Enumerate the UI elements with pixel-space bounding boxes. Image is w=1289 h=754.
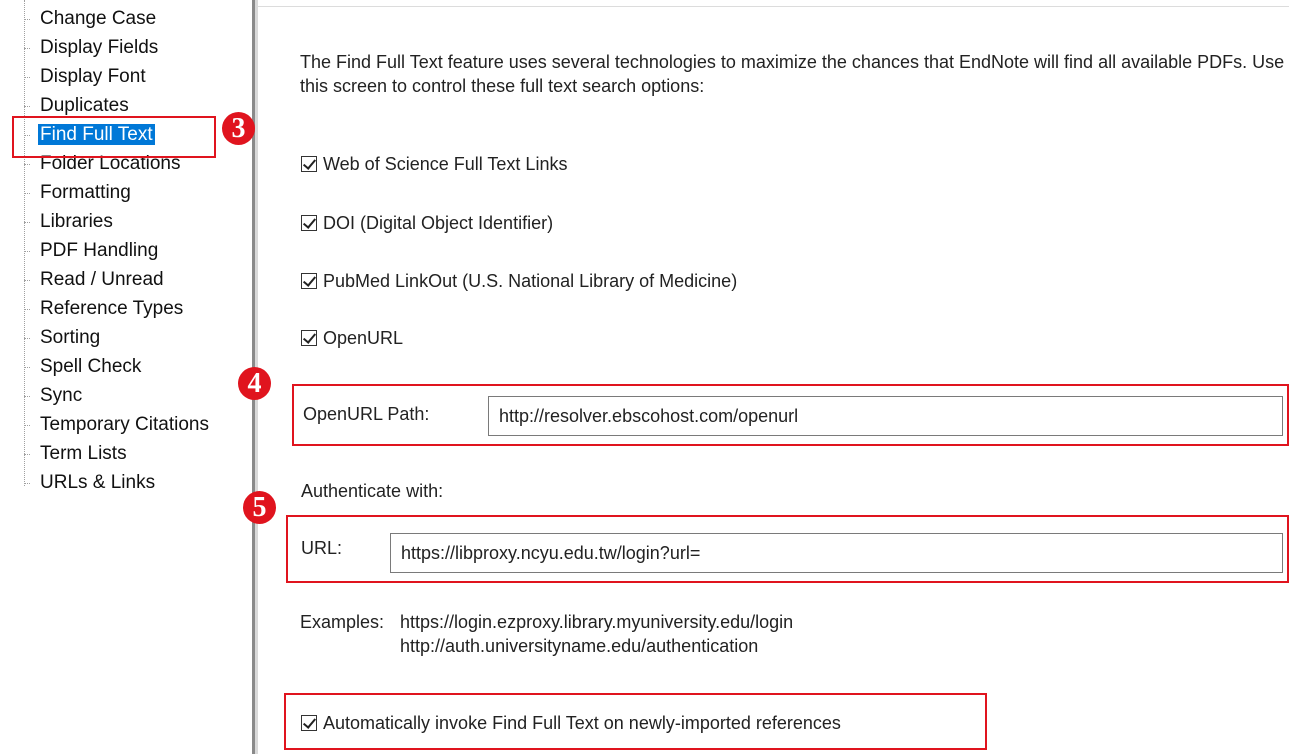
examples-block: Examples: https://login.ezproxy.library.… (300, 610, 793, 656)
tree-item-change-case[interactable]: Change Case (24, 5, 156, 33)
tree-item-label: Formatting (40, 182, 131, 203)
tree-item-label: Temporary Citations (40, 414, 209, 435)
tree-item-display-font[interactable]: Display Font (24, 63, 146, 91)
checkmark-icon (302, 215, 317, 229)
option-label: PubMed LinkOut (U.S. National Library of… (323, 270, 738, 291)
authenticate-with-label: Authenticate with: (301, 481, 444, 501)
tree-item-label: Sync (40, 385, 83, 406)
highlight-auto-invoke (284, 693, 987, 750)
tree-item-temporary-citations[interactable]: Temporary Citations (24, 411, 209, 439)
tree-item-pdf-handling[interactable]: PDF Handling (24, 237, 158, 265)
tree-item-spell-check[interactable]: Spell Check (24, 353, 141, 381)
tree-item-label: Reference Types (40, 298, 184, 319)
highlight-find-full-text (12, 116, 216, 158)
option-label: DOI (Digital Object Identifier) (323, 212, 554, 233)
highlight-auth-url (286, 515, 1289, 583)
tree-item-read-unread[interactable]: Read / Unread (24, 266, 164, 294)
option-label: OpenURL (323, 327, 404, 348)
checkbox[interactable] (301, 215, 317, 231)
tree-item-libraries[interactable]: Libraries (24, 208, 113, 236)
checkbox[interactable] (301, 273, 317, 289)
tree-item-label: Libraries (40, 211, 113, 232)
tree-item-label: URLs & Links (40, 472, 156, 493)
tree-item-urls-links[interactable]: URLs & Links (24, 469, 155, 497)
intro-text: The Find Full Text feature uses several … (300, 52, 1285, 96)
checkbox[interactable] (301, 330, 317, 346)
tree-item-label: PDF Handling (40, 240, 159, 261)
highlight-openurl-path (292, 384, 1289, 446)
tree-item-label: Read / Unread (40, 269, 164, 290)
option-label: Web of Science Full Text Links (323, 153, 568, 174)
option-web-of-science[interactable]: Web of Science Full Text Links (301, 152, 567, 176)
tree-item-label: Display Font (40, 66, 146, 87)
panel-top-border (258, 6, 1289, 7)
checkmark-icon (302, 273, 317, 287)
examples-label: Examples: (300, 612, 385, 632)
tree-item-label: Spell Check (40, 356, 142, 377)
step-badge-5: 5 (243, 491, 276, 524)
tree-item-sync[interactable]: Sync (24, 382, 82, 410)
tree-item-reference-types[interactable]: Reference Types (24, 295, 183, 323)
preferences-tree: Change Case Display Fields Display Font … (0, 0, 250, 754)
tree-connector-line (24, 0, 25, 486)
tree-item-label: Duplicates (40, 95, 129, 116)
checkmark-icon (302, 156, 317, 170)
example-url: https://login.ezproxy.library.myuniversi… (400, 612, 794, 632)
option-doi[interactable]: DOI (Digital Object Identifier) (301, 211, 553, 235)
step-badge-4: 4 (238, 367, 271, 400)
step-badge-3: 3 (222, 112, 255, 145)
checkbox[interactable] (301, 156, 317, 172)
tree-item-term-lists[interactable]: Term Lists (24, 440, 127, 468)
example-url: http://auth.universityname.edu/authentic… (400, 636, 759, 656)
tree-item-sorting[interactable]: Sorting (24, 324, 100, 352)
tree-item-label: Sorting (40, 327, 101, 348)
checkmark-icon (302, 330, 317, 344)
tree-item-label: Term Lists (40, 443, 127, 464)
tree-item-label: Change Case (40, 8, 157, 29)
tree-item-label: Display Fields (40, 37, 159, 58)
option-pubmed-linkout[interactable]: PubMed LinkOut (U.S. National Library of… (301, 269, 737, 293)
tree-item-display-fields[interactable]: Display Fields (24, 34, 158, 62)
option-openurl[interactable]: OpenURL (301, 326, 403, 350)
tree-item-formatting[interactable]: Formatting (24, 179, 131, 207)
